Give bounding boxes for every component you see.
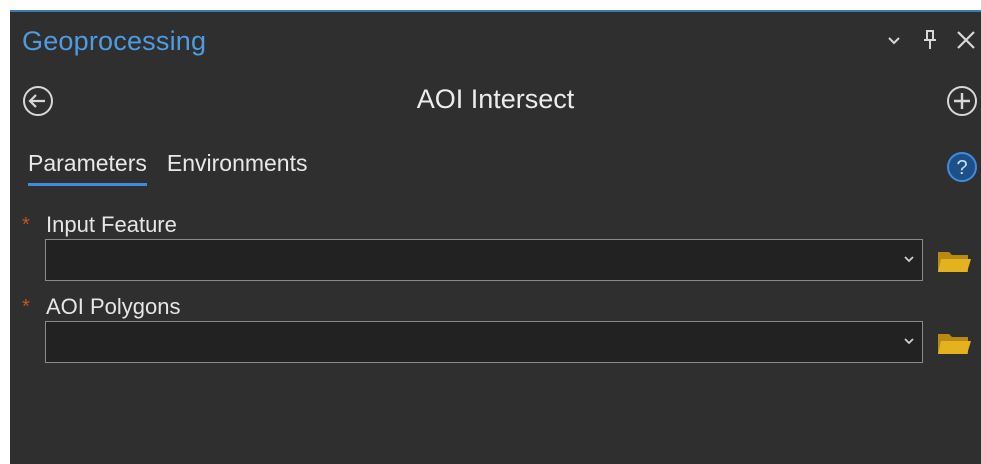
svg-text:?: ? <box>956 157 967 179</box>
input-feature-browse-button[interactable] <box>936 246 972 276</box>
pin-icon <box>924 30 936 49</box>
close-button[interactable] <box>953 26 979 54</box>
input-feature-dropdown[interactable] <box>45 239 923 281</box>
aoi-polygons-dropdown[interactable] <box>45 321 923 363</box>
chevron-down-icon[interactable] <box>902 334 916 348</box>
geoprocessing-pane: Geoprocessing AOI Intersect Parameters E… <box>10 10 981 464</box>
pin-button[interactable] <box>917 26 943 54</box>
help-circle-icon: ? <box>947 152 977 182</box>
tool-tabs: Parameters Environments <box>28 150 308 186</box>
required-marker: * <box>22 296 30 318</box>
chevron-down-icon[interactable] <box>902 252 916 266</box>
help-button[interactable]: ? <box>945 150 979 184</box>
input-feature-label: Input Feature <box>46 212 177 237</box>
required-marker: * <box>22 214 30 236</box>
tab-environments[interactable]: Environments <box>167 150 308 186</box>
add-button[interactable] <box>945 84 979 118</box>
close-icon <box>957 31 975 49</box>
pane-title: Geoprocessing <box>22 26 207 56</box>
add-circle-icon <box>947 86 977 116</box>
folder-icon <box>938 334 971 354</box>
tab-parameters[interactable]: Parameters <box>28 150 147 186</box>
chevron-down-icon <box>888 37 900 45</box>
pane-title-controls <box>881 26 979 54</box>
tool-title: AOI Intersect <box>416 84 575 114</box>
aoi-polygons-label: AOI Polygons <box>46 294 181 319</box>
options-menu-button[interactable] <box>881 26 907 54</box>
folder-icon <box>938 252 971 272</box>
aoi-polygons-browse-button[interactable] <box>936 328 972 358</box>
